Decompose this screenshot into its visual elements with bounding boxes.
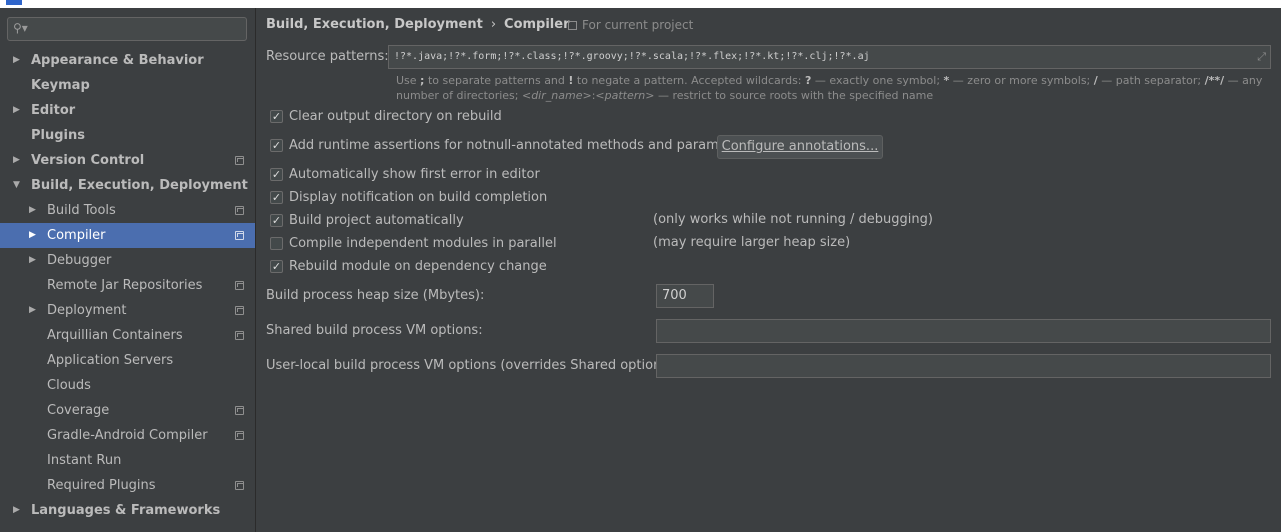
shared-vm-label: Shared build process VM options: [266,323,483,338]
chevron-right-icon[interactable]: ▶ [13,48,20,73]
app-logo [6,0,22,5]
sidebar-item-arquillian-containers[interactable]: Arquillian Containers [0,323,255,348]
sidebar-item-label: Appearance & Behavior [31,53,204,68]
breadcrumb: Build, Execution, Deployment › Compiler [266,17,570,32]
checkbox[interactable]: ✓ [270,191,283,204]
option-label: Automatically show first error in editor [289,167,540,182]
project-level-icon [235,306,244,315]
sidebar-item-label: Deployment [47,303,127,318]
settings-sidebar: ⚲▾ ▶ Appearance & Behavior Keymap ▶ Editor Pl… [0,8,256,532]
breadcrumb-separator: › [490,17,497,32]
option-label: Build project automatically [289,213,464,228]
search-icon: ⚲▾ [13,21,28,35]
project-level-icon [235,406,244,415]
sidebar-item-label: Remote Jar Repositories [47,278,203,293]
sidebar-item-deployment[interactable]: ▶ Deployment [0,298,255,323]
option-label: Clear output directory on rebuild [289,109,502,124]
configure-annotations-button[interactable]: Configure annotations... [717,135,883,159]
resource-patterns-label: Resource patterns: [266,49,389,64]
resource-patterns-hint: Use ; to separate patterns and ! to nega… [396,74,1263,102]
sidebar-item-label: Coverage [47,403,110,418]
project-level-icon [235,206,244,215]
expand-icon[interactable]: ⤢ [1257,46,1266,68]
parallel-compile-note: (may require larger heap size) [653,235,851,250]
user-vm-label: User-local build process VM options (ove… [266,358,678,373]
project-level-icon [235,431,244,440]
sidebar-item-label: Required Plugins [47,478,156,493]
sidebar-item-plugins[interactable]: Plugins [0,123,255,148]
sidebar-item-label: Build Tools [47,203,116,218]
sidebar-item-appearance-behavior[interactable]: ▶ Appearance & Behavior [0,48,255,73]
sidebar-item-label: Gradle-Android Compiler [47,428,208,443]
project-level-icon [235,331,244,340]
sidebar-item-languages-frameworks[interactable]: ▶ Languages & Frameworks [0,498,255,523]
compiler-settings-panel: Build, Execution, Deployment › Compiler Fo… [256,8,1281,532]
sidebar-item-label: Instant Run [47,453,122,468]
sidebar-item-instant-run[interactable]: Instant Run [0,448,255,473]
option-label: Rebuild module on dependency change [289,259,547,274]
user-vm-options-input[interactable] [656,354,1271,378]
chevron-down-icon[interactable]: ▼ [13,173,20,198]
heap-size-input[interactable]: 700 [656,284,714,308]
sidebar-item-label: Plugins [31,128,85,143]
sidebar-item-remote-jar-repositories[interactable]: Remote Jar Repositories [0,273,255,298]
project-level-icon [235,281,244,290]
sidebar-item-label: Languages & Frameworks [31,503,221,518]
sidebar-item-label: Application Servers [47,353,174,368]
sidebar-item-build-execution-deployment[interactable]: ▼ Build, Execution, Deployment [0,173,255,198]
project-scope-icon [568,21,577,30]
breadcrumb-parent: Build, Execution, Deployment [266,17,483,32]
sidebar-item-keymap[interactable]: Keymap [0,73,255,98]
chevron-right-icon[interactable]: ▶ [29,198,36,223]
sidebar-item-compiler[interactable]: ▶ Compiler [0,223,255,248]
sidebar-item-label: Clouds [47,378,91,393]
option-label: Compile independent modules in parallel [289,236,557,251]
sidebar-item-required-plugins[interactable]: Required Plugins [0,473,255,498]
checkbox[interactable]: ✓ [270,139,283,152]
checkbox[interactable]: ✓ [270,110,283,123]
checkbox[interactable]: ✓ [270,168,283,181]
project-level-icon [235,156,244,165]
sidebar-item-label: Arquillian Containers [47,328,183,343]
sidebar-item-editor[interactable]: ▶ Editor [0,98,255,123]
option-label: Display notification on build completion [289,190,548,205]
sidebar-item-label: Debugger [47,253,112,268]
search-input[interactable]: ⚲▾ [7,17,247,41]
chevron-right-icon[interactable]: ▶ [29,248,36,273]
sidebar-item-label: Build, Execution, Deployment [31,178,248,193]
sidebar-item-label: Compiler [47,228,106,243]
sidebar-item-label: Version Control [31,153,145,168]
sidebar-item-gradle-android-compiler[interactable]: Gradle-Android Compiler [0,423,255,448]
project-scope-label: For current project [582,18,694,32]
sidebar-item-build-tools[interactable]: ▶ Build Tools [0,198,255,223]
chevron-right-icon[interactable]: ▶ [13,498,20,523]
project-scope-note: For current project [568,18,693,32]
sidebar-item-debugger[interactable]: ▶ Debugger [0,248,255,273]
chevron-right-icon[interactable]: ▶ [29,223,36,248]
sidebar-item-clouds[interactable]: Clouds [0,373,255,398]
sidebar-item-label: Editor [31,103,76,118]
sidebar-item-label: Keymap [31,78,90,93]
settings-tree: ▶ Appearance & Behavior Keymap ▶ Editor Plugi… [0,48,255,523]
heap-size-label: Build process heap size (Mbytes): [266,288,485,303]
sidebar-item-application-servers[interactable]: Application Servers [0,348,255,373]
option-label: Add runtime assertions for notnull-annot… [289,138,753,153]
window-top-strip [0,0,1281,8]
checkbox[interactable]: ✓ [270,214,283,227]
build-automatically-note: (only works while not running / debuggin… [653,212,933,227]
resource-patterns-value: !?*.java;!?*.form;!?*.class;!?*.groovy;!… [394,51,870,62]
breadcrumb-current: Compiler [504,17,570,32]
shared-vm-options-input[interactable] [656,319,1271,343]
resource-patterns-input[interactable]: !?*.java;!?*.form;!?*.class;!?*.groovy;!… [388,45,1271,69]
sidebar-item-coverage[interactable]: Coverage [0,398,255,423]
checkbox[interactable] [270,237,283,250]
chevron-right-icon[interactable]: ▶ [13,148,20,173]
project-level-icon [235,231,244,240]
chevron-right-icon[interactable]: ▶ [29,298,36,323]
chevron-right-icon[interactable]: ▶ [13,98,20,123]
sidebar-item-version-control[interactable]: ▶ Version Control [0,148,255,173]
checkbox[interactable]: ✓ [270,260,283,273]
project-level-icon [235,481,244,490]
